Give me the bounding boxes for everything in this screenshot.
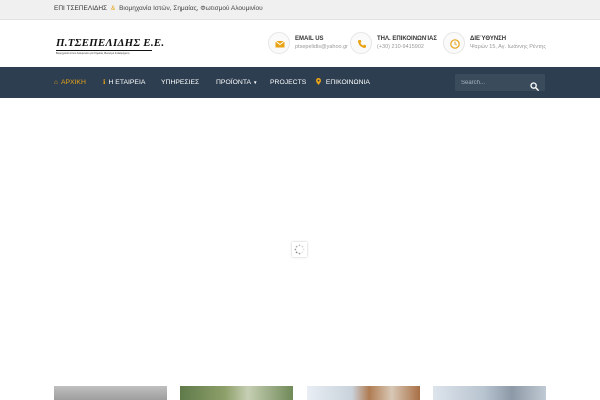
site-logo[interactable]: Π.ΤΣΕΠΕΛΙΔΗΣ Ε.Ε. Βιομηχανία Ιστών Αλουμ… bbox=[56, 37, 165, 55]
nav-item-projects[interactable]: PROJECTS bbox=[270, 67, 306, 98]
caret-down-icon: ▼ bbox=[253, 80, 258, 85]
nav-item-contact-label: ΕΠΙΚΟΙΝΩΝΙΑ bbox=[325, 79, 370, 86]
top-bar: ΕΠΙ ΤΣΕΠΕΛΙΔΗΣ & Βιομηχανία Ιστών, Σημαί… bbox=[0, 0, 600, 20]
topbar-tagline-text: Βιομηχανία Ιστών, Σημαίας, Φωτισμού Αλου… bbox=[119, 5, 263, 12]
logo-divider bbox=[56, 50, 152, 51]
contact-address-label: ΔΙΕΎΘΥΝΣΗ bbox=[470, 36, 507, 42]
nav-item-company[interactable]: ℹΗ ΕΤΑΙΡΕΙΑ bbox=[103, 67, 145, 98]
project-thumbnail[interactable] bbox=[54, 386, 167, 400]
topbar-brand: ΕΠΙ ΤΣΕΠΕΛΙΔΗΣ bbox=[54, 5, 108, 12]
header: Π.ΤΣΕΠΕΛΙΔΗΣ Ε.Ε. Βιομηχανία Ιστών Αλουμ… bbox=[0, 20, 600, 67]
topbar-separator: & bbox=[110, 5, 116, 12]
info-icon: ℹ bbox=[103, 79, 106, 86]
project-thumbnail[interactable] bbox=[307, 386, 420, 400]
nav-item-products[interactable]: ΠΡΟΪΟΝΤΑ ▼ bbox=[216, 67, 257, 98]
logo-title: Π.ΤΣΕΠΕΛΙΔΗΣ Ε.Ε. bbox=[56, 37, 165, 49]
search-input[interactable] bbox=[455, 74, 527, 91]
logo-tagline: Βιομηχανία Ιστών Αλουμινίου για Σημαίες … bbox=[56, 52, 130, 55]
clock-icon bbox=[443, 32, 465, 54]
hero-slider bbox=[0, 98, 600, 386]
nav-item-contact[interactable]: ΕΠΙΚΟΙΝΩΝΙΑ bbox=[316, 67, 370, 98]
nav-item-services-label: ΥΠΗΡΕΣΙΕΣ bbox=[161, 79, 200, 86]
nav-item-projects-label: PROJECTS bbox=[270, 79, 307, 86]
home-icon: ⌂ bbox=[54, 79, 58, 86]
contact-phone-label: ΤΗΛ. ΕΠΙΚΟΙΝΩΝΊΑΣ bbox=[377, 36, 437, 42]
contact-phone-value[interactable]: (+30) 210-9415902 bbox=[377, 44, 424, 50]
contact-email-label: EMAIL US bbox=[295, 36, 324, 42]
contact-address-value: Ψαρών 15, Αγ. Ιωάννης Ρέντης bbox=[470, 44, 547, 50]
contact-email-value[interactable]: ptsepelidis@yahoo.gr bbox=[295, 44, 348, 50]
loading-spinner-icon bbox=[292, 242, 307, 257]
search-box bbox=[455, 74, 545, 91]
project-thumbnail[interactable] bbox=[433, 386, 546, 400]
nav-item-services[interactable]: ΥΠΗΡΕΣΙΕΣ bbox=[161, 67, 199, 98]
phone-icon bbox=[350, 32, 372, 54]
main-nav: ⌂ ΑΡΧΙΚΗ ℹΗ ΕΤΑΙΡΕΙΑ ΥΠΗΡΕΣΙΕΣ ΠΡΟΪΟΝΤΑ ▼ … bbox=[0, 67, 600, 98]
nav-item-products-label: ΠΡΟΪΟΝΤΑ bbox=[216, 79, 251, 86]
nav-item-home-label: ΑΡΧΙΚΗ bbox=[60, 79, 86, 86]
topbar-tagline: ΕΠΙ ΤΣΕΠΕΛΙΔΗΣ & Βιομηχανία Ιστών, Σημαί… bbox=[54, 5, 263, 12]
nav-item-company-label: Η ΕΤΑΙΡΕΙΑ bbox=[108, 79, 146, 86]
nav-item-home[interactable]: ⌂ ΑΡΧΙΚΗ bbox=[54, 67, 86, 98]
map-marker-icon bbox=[316, 78, 323, 86]
search-icon[interactable] bbox=[530, 78, 539, 91]
envelope-icon bbox=[268, 32, 290, 54]
project-thumbnail[interactable] bbox=[180, 386, 293, 400]
